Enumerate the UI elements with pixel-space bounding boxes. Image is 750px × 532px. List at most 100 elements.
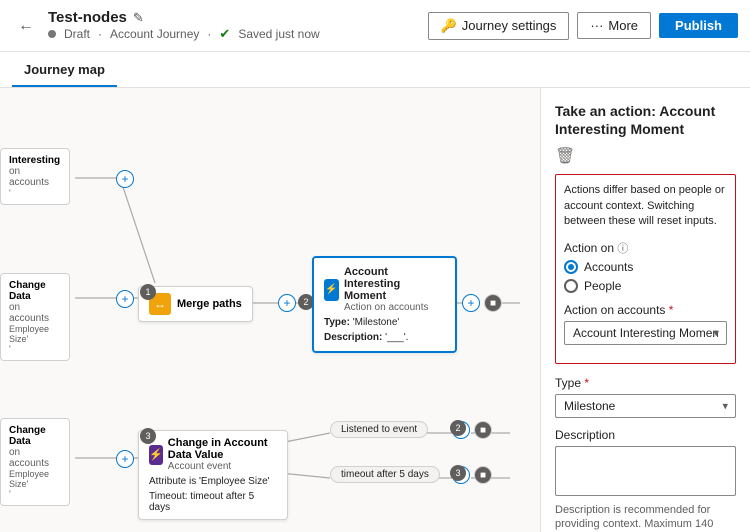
publish-button[interactable]: Publish: [659, 13, 738, 38]
aim-type-label: Type:: [324, 317, 350, 328]
right-panel: Take an action: Account Interesting Mome…: [540, 88, 750, 532]
saved-label: Saved just now: [238, 27, 319, 41]
draft-dot: [48, 30, 56, 38]
cd1-title: Change Data: [9, 280, 61, 302]
title-row: Test-nodes ✎: [48, 9, 320, 26]
plus-btn-5[interactable]: +: [116, 450, 134, 468]
action-accounts-select[interactable]: Account Interesting Moment: [564, 321, 727, 345]
lightning-icon: ⚡: [149, 445, 163, 465]
warning-text: Actions differ based on people or accoun…: [564, 183, 727, 229]
topbar: ← Test-nodes ✎ Draft · Account Journey ·…: [0, 0, 750, 52]
plus-btn-4[interactable]: +: [462, 294, 480, 312]
edit-icon[interactable]: ✎: [133, 10, 144, 26]
timeout-pill: timeout after 5 days: [330, 466, 440, 483]
badge-cad: 3: [140, 428, 156, 444]
people-label: People: [584, 279, 621, 293]
cd1-attr: Employee Size': [9, 324, 61, 344]
draft-label: Draft: [64, 27, 90, 41]
interesting-arrow: ': [9, 188, 61, 198]
more-button[interactable]: ··· More: [577, 12, 651, 39]
aim-type: Type: 'Milestone': [324, 317, 445, 328]
panel-header: Take an action: Account Interesting Mome…: [541, 88, 750, 174]
aim-icon: ⚡: [324, 279, 339, 301]
radio-people[interactable]: People: [564, 279, 727, 293]
cad-timeout: Timeout: timeout after 5 days: [149, 491, 277, 513]
separator: ·: [98, 27, 102, 41]
panel-title: Take an action: Account Interesting Mome…: [555, 102, 736, 138]
cd1-sub: on accounts: [9, 302, 61, 324]
topbar-left: ← Test-nodes ✎ Draft · Account Journey ·…: [12, 9, 428, 42]
cd2-sub: on accounts: [9, 447, 61, 469]
end-btn-1: ■: [484, 294, 502, 312]
cd1-arrow: ': [9, 344, 61, 354]
title-block: Test-nodes ✎ Draft · Account Journey · ✔…: [48, 9, 320, 42]
type-select-wrapper: Milestone: [555, 394, 736, 418]
aim-sub: Action on accounts: [344, 302, 445, 313]
ellipsis-icon: ···: [590, 18, 603, 33]
cad-attr: Attribute is 'Employee Size': [149, 476, 277, 487]
aim-desc: Description: '___'.: [324, 332, 445, 343]
listened-label: Listened to event: [341, 424, 417, 435]
tab-journey-map[interactable]: Journey map: [12, 54, 117, 87]
info-icon[interactable]: ⓘ: [617, 243, 628, 255]
saved-icon: ✔: [219, 26, 230, 42]
end-btn-3: ■: [474, 466, 492, 484]
interesting-sub: on accounts: [9, 166, 61, 188]
panel-body: Actions differ based on people or accoun…: [541, 174, 750, 532]
aim-node[interactable]: ⚡ Account Interesting Moment Action on a…: [312, 256, 457, 353]
description-label: Description: [555, 428, 736, 442]
badge-listened: 2: [450, 420, 466, 436]
meta-row: Draft · Account Journey · ✔ Saved just n…: [48, 26, 320, 42]
merge-label: Merge paths: [177, 298, 242, 310]
required-star: *: [669, 303, 674, 317]
aim-type-value: 'Milestone': [353, 317, 400, 328]
radio-group: Accounts People: [564, 260, 727, 293]
change-account-node[interactable]: ⚡ Change in Account Data Value Account e…: [138, 430, 288, 520]
radio-accounts-dot: [564, 260, 578, 274]
key-icon: 🔑: [441, 18, 457, 34]
type-label: Type *: [555, 376, 736, 390]
panel-delete-button[interactable]: 🗑: [555, 146, 736, 166]
separator2: ·: [207, 27, 211, 41]
topbar-right: 🔑 Journey settings ··· More Publish: [428, 12, 738, 40]
interesting-node: Interesting on accounts ': [0, 148, 70, 205]
plus-btn-1[interactable]: +: [116, 170, 134, 188]
radio-people-dot: [564, 279, 578, 293]
type-required: *: [584, 376, 589, 390]
interesting-title: Interesting: [9, 155, 61, 166]
action-accounts-select-wrapper: Account Interesting Moment: [564, 321, 727, 345]
canvas: Interesting on accounts ' Change Data on…: [0, 88, 540, 532]
cd2-title: Change Data: [9, 425, 61, 447]
main: Interesting on accounts ' Change Data on…: [0, 88, 750, 532]
cd2-arrow: ': [9, 489, 61, 499]
aim-desc-label: Description:: [324, 332, 382, 343]
back-button[interactable]: ←: [12, 12, 40, 40]
type-select[interactable]: Milestone: [555, 394, 736, 418]
change-data-node1: Change Data on accounts Employee Size' ': [0, 273, 70, 361]
journey-label: Account Journey: [110, 27, 199, 41]
plus-btn-3[interactable]: +: [278, 294, 296, 312]
end-btn-2: ■: [474, 421, 492, 439]
journey-settings-button[interactable]: 🔑 Journey settings: [428, 12, 570, 40]
cad-sub: Account event: [168, 461, 277, 472]
helper-text: Description is recommended for providing…: [555, 503, 736, 532]
action-on-label: Action on ⓘ: [564, 240, 727, 256]
change-data-node2: Change Data on accounts Employee Size' ': [0, 418, 70, 506]
navtabs: Journey map: [0, 52, 750, 88]
action-accounts-label: Action on accounts *: [564, 303, 727, 317]
cad-title: Change in Account Data Value: [168, 437, 277, 461]
description-textarea[interactable]: [555, 446, 736, 496]
badge-timeout: 3: [450, 465, 466, 481]
plus-btn-2[interactable]: +: [116, 290, 134, 308]
cd2-attr: Employee Size': [9, 469, 61, 489]
settings-label: Journey settings: [462, 18, 557, 33]
timeout-label: timeout after 5 days: [341, 469, 429, 480]
warning-box: Actions differ based on people or accoun…: [555, 174, 736, 363]
radio-accounts[interactable]: Accounts: [564, 260, 727, 274]
merge-badge: 1: [140, 284, 156, 300]
aim-desc-value: '___'.: [385, 332, 408, 343]
page-title: Test-nodes: [48, 9, 127, 26]
listened-event-pill: Listened to event: [330, 421, 428, 438]
accounts-label: Accounts: [584, 260, 633, 274]
more-label: More: [608, 18, 638, 33]
